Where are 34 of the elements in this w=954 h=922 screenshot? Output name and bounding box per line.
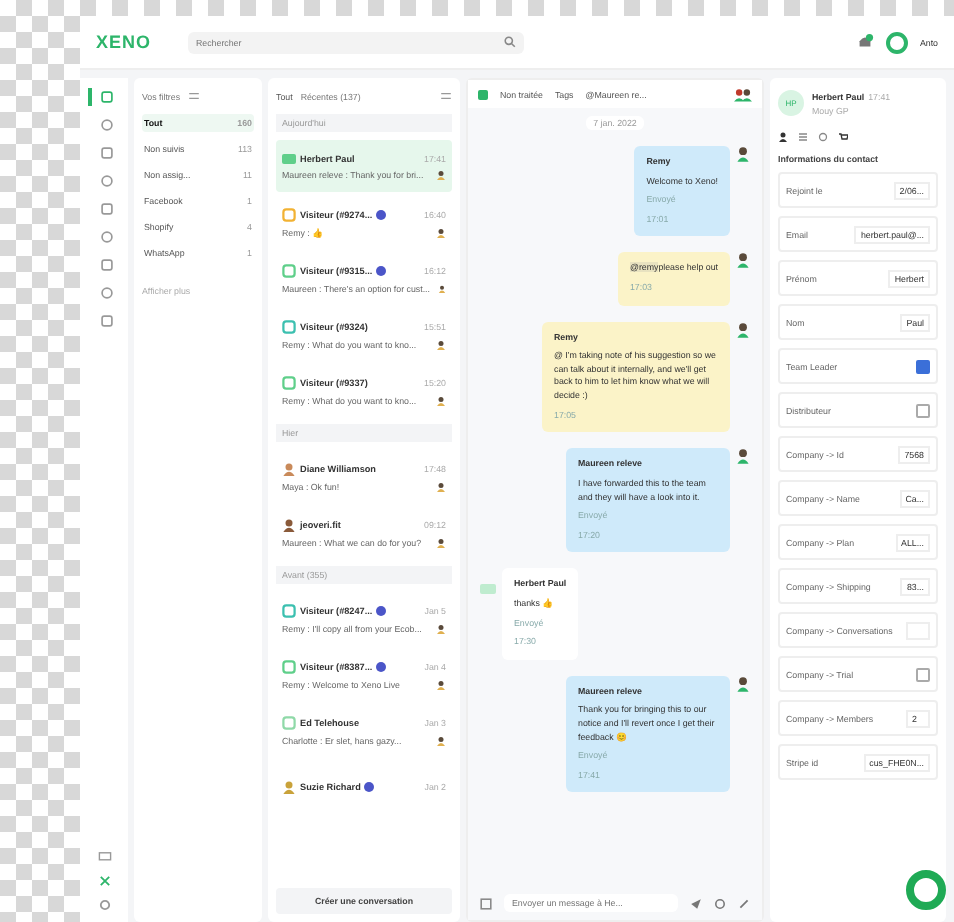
search-icon (504, 36, 516, 48)
square-icon (99, 90, 113, 104)
sliders-icon[interactable] (440, 90, 452, 102)
agent-avatar-icon (736, 448, 750, 465)
field-checkbox[interactable] (916, 359, 930, 373)
agent-avatar-icon (436, 395, 446, 405)
agent-avatar-icon (436, 735, 446, 745)
person-icon[interactable] (778, 132, 788, 142)
bell-icon[interactable] (855, 33, 874, 51)
send-icon[interactable] (690, 897, 702, 909)
agent-avatar-icon (436, 481, 446, 491)
check-icon[interactable] (478, 89, 488, 99)
user-avatar[interactable] (885, 31, 908, 53)
agent-avatar-icon (436, 169, 446, 179)
field-checkbox[interactable] (916, 403, 930, 417)
grid-icon[interactable] (480, 897, 492, 909)
customer-avatar (480, 584, 496, 595)
agent-avatar-icon (437, 283, 446, 293)
agent-avatar-icon (736, 146, 750, 162)
agent-avatar-icon (736, 252, 750, 269)
agent-avatar-icon (436, 227, 446, 237)
field-checkbox[interactable] (916, 667, 930, 681)
cart-icon[interactable] (838, 132, 848, 142)
agent-avatar-icon (436, 537, 446, 547)
monitor-icon[interactable] (97, 850, 111, 864)
agent-avatar-icon (436, 679, 446, 689)
agent-avatar-icon (436, 339, 446, 349)
chat-launcher-button[interactable] (906, 870, 946, 910)
people-icon[interactable] (734, 87, 752, 101)
agent-avatar-icon (736, 321, 750, 338)
sliders-icon[interactable] (188, 90, 201, 102)
agent-avatar-icon (436, 623, 446, 633)
agent-avatar-icon (736, 675, 750, 692)
logo: XENO (96, 32, 154, 52)
